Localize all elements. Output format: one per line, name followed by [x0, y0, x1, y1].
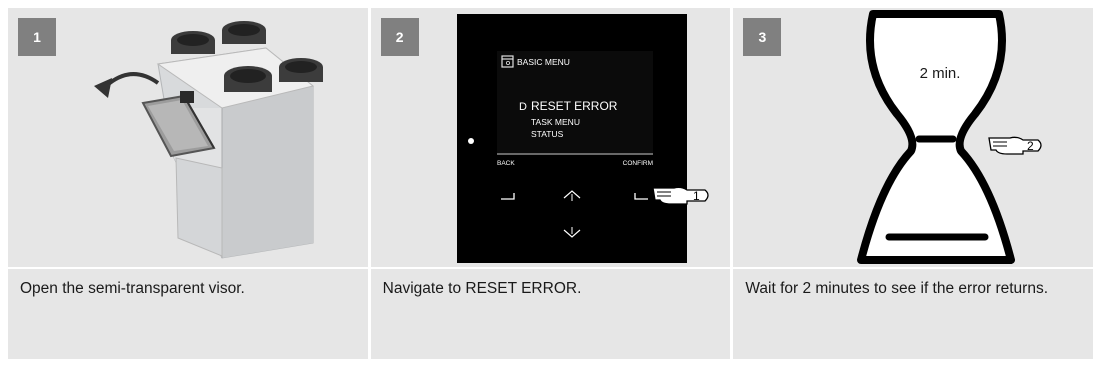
display-screen: BASIC MENU D RESET ERROR TASK MENU STATU…: [496, 51, 653, 167]
status-led: [467, 138, 474, 144]
step-number-badge: 3: [743, 18, 782, 56]
open-arrow-icon: [94, 72, 160, 98]
step-1-image: 1: [8, 8, 368, 267]
press-count: 1: [693, 189, 700, 203]
ventilation-unit-illustration: [94, 21, 323, 259]
pointing-hand-icon: 1: [651, 186, 709, 205]
step-2-image: 2 BASIC MENU D RESET ERROR TASK MENU STA…: [370, 8, 731, 267]
step-caption: Open the semi-transparent visor.: [20, 280, 245, 297]
pointing-hand-icon: 2: [988, 136, 1042, 155]
step-number-badge: 1: [18, 18, 56, 56]
step-caption: Wait for 2 minutes to see if the error r…: [745, 280, 1048, 297]
step-2: 2 BASIC MENU D RESET ERROR TASK MENU STA…: [370, 8, 731, 359]
press-count: 2: [1027, 139, 1034, 153]
step-number-badge: 2: [380, 18, 419, 56]
control-panel-illustration: BASIC MENU D RESET ERROR TASK MENU STATU…: [456, 14, 709, 263]
back-label: BACK: [497, 160, 515, 167]
hourglass-icon: [857, 10, 1016, 264]
menu-item-task-menu: TASK MENU: [531, 117, 580, 127]
step-1: 1 Open the semi-transparent visor.: [8, 8, 368, 359]
menu-item-reset-error: RESET ERROR: [531, 99, 618, 113]
hourglass-illustration: 2 min. 2: [857, 10, 1042, 264]
menu-title: BASIC MENU: [517, 57, 570, 67]
step-3: 3 2 min. 2 Wait for 2 minutes to see if …: [733, 8, 1094, 359]
step-3-image: 3 2 min. 2: [733, 8, 1094, 267]
step-caption: Navigate to RESET ERROR.: [382, 280, 582, 297]
instruction-steps: 1 Open the semi-transparent visor. 2 BAS…: [8, 8, 1094, 359]
menu-cursor: D: [519, 101, 527, 113]
wait-time-label: 2 min.: [920, 65, 961, 82]
menu-item-status: STATUS: [531, 129, 564, 139]
confirm-label: CONFIRM: [622, 160, 652, 167]
